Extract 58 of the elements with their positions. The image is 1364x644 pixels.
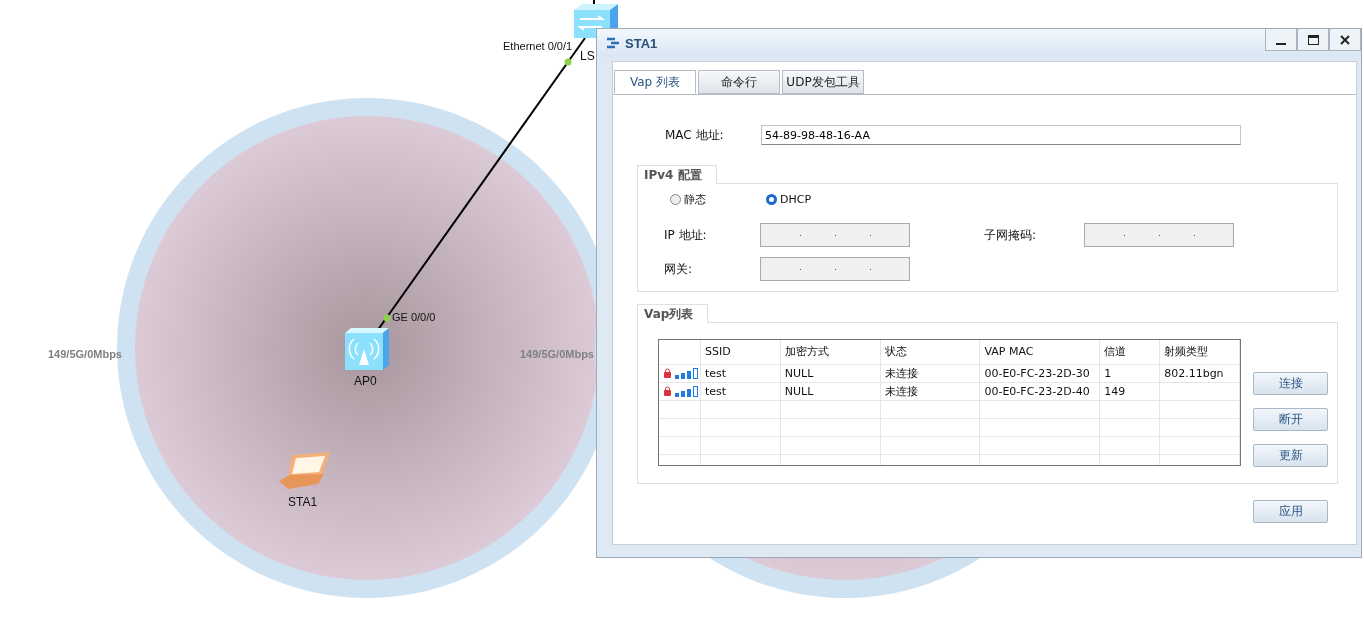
minimize-button[interactable]	[1265, 29, 1297, 51]
tab[interactable]: 命令行	[698, 70, 780, 94]
ip-field[interactable]	[760, 223, 910, 247]
table-cell: 未连接	[880, 365, 981, 382]
tab[interactable]: UDP发包工具	[782, 70, 864, 94]
node-label: AP0	[354, 374, 377, 388]
laptop-icon[interactable]	[278, 451, 332, 491]
group-title: IPv4 配置	[637, 165, 717, 184]
table-cell: 1	[1100, 365, 1161, 382]
maximize-button[interactable]	[1297, 29, 1329, 51]
table-cell: 802.11bgn	[1160, 365, 1240, 382]
column-header: 信道	[1100, 340, 1161, 364]
close-icon	[1340, 34, 1350, 45]
tab[interactable]: Vap 列表	[614, 70, 696, 94]
port-dot	[383, 314, 391, 322]
lock-signal-icon	[663, 368, 699, 379]
field-label: 网关:	[664, 260, 694, 278]
ip-field[interactable]	[1084, 223, 1234, 247]
port-label: GE 0/0/0	[392, 311, 436, 323]
maximize-icon	[1307, 34, 1319, 45]
table-cell: 00-E0-FC-23-2D-40	[980, 383, 1101, 400]
mac-field[interactable]: 54-89-98-48-16-AA	[761, 125, 1241, 145]
field-label: 子网掩码:	[984, 226, 1038, 244]
table-cell: NULL	[780, 365, 881, 382]
column-header: 状态	[880, 340, 981, 364]
table-cell: test	[700, 365, 781, 382]
radio-label: 静态	[684, 192, 706, 207]
radio-button[interactable]	[766, 194, 777, 205]
lock-signal-icon	[663, 386, 699, 397]
column-header: 射频类型	[1160, 340, 1240, 364]
field-label: IP 地址:	[664, 226, 708, 244]
minimize-icon	[1276, 42, 1286, 45]
radio-button[interactable]	[670, 194, 681, 205]
action-button[interactable]: 连接	[1253, 372, 1328, 395]
port-label: Ethernet 0/0/1	[503, 40, 573, 52]
action-button[interactable]: 断开	[1253, 408, 1328, 431]
port-dot	[564, 58, 572, 66]
table-cell: 未连接	[880, 383, 981, 400]
table-cell: 149	[1100, 383, 1161, 400]
ip-field[interactable]	[760, 257, 910, 281]
table-cell: test	[700, 383, 781, 400]
table-cell: NULL	[780, 383, 881, 400]
column-header: SSID	[700, 340, 781, 364]
field-label: MAC 地址:	[664, 126, 725, 144]
radio-label: DHCP	[780, 193, 812, 206]
node-label: LS	[580, 49, 595, 63]
coverage-label: 149/5G/0Mbps	[520, 348, 594, 360]
coverage-label: 149/5G/0Mbps	[48, 348, 122, 360]
table-cell: 00-E0-FC-23-2D-30	[980, 365, 1101, 382]
column-header: VAP MAC	[980, 340, 1101, 364]
window-title: STA1	[625, 35, 658, 51]
close-button[interactable]	[1329, 29, 1361, 51]
apply-button[interactable]: 应用	[1253, 500, 1328, 523]
action-button[interactable]: 更新	[1253, 444, 1328, 467]
column-header: 加密方式	[780, 340, 881, 364]
node-label: STA1	[288, 495, 318, 509]
access-point-icon[interactable]	[343, 327, 389, 371]
group-title: Vap列表	[637, 304, 709, 323]
